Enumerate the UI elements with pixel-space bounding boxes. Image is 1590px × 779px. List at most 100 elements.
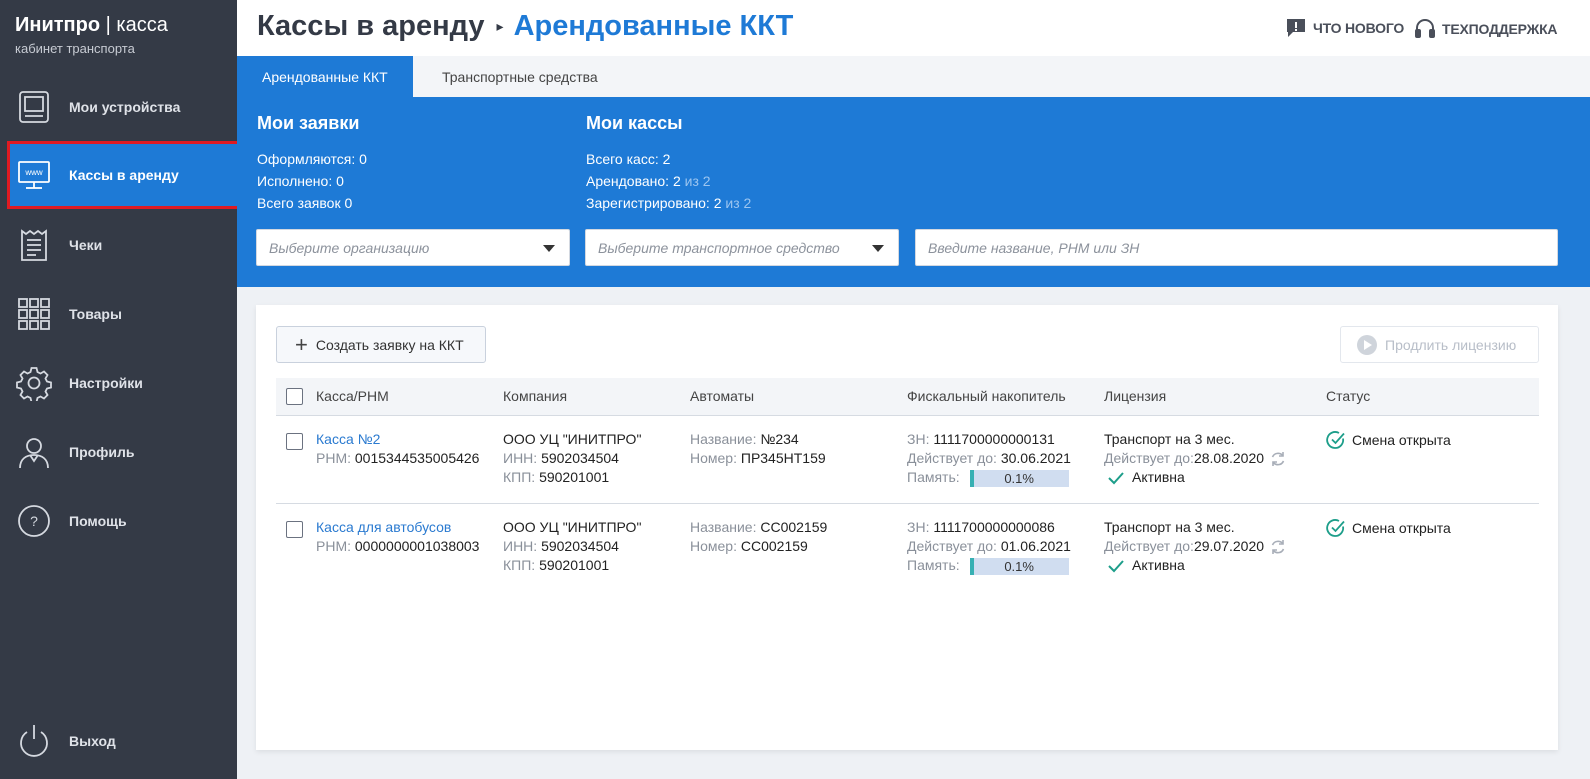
- check-circle-icon: [1326, 431, 1345, 449]
- sidebar-item-devices[interactable]: Мои устройства: [0, 73, 237, 141]
- breadcrumb-parent[interactable]: Кассы в аренду: [257, 10, 485, 43]
- zn-value: 1111700000000086: [933, 519, 1055, 535]
- cell-kassa: Касса №2 РНМ: 0015344535005426: [316, 430, 479, 468]
- license-valid-label: Действует до:: [1104, 538, 1194, 554]
- rnm-value: 0000000001038003: [354, 538, 480, 554]
- license-valid-value: 29.07.2020: [1193, 538, 1265, 554]
- sidebar-item-help[interactable]: ? Помощь: [0, 487, 237, 555]
- license-name: Транспорт на 3 мес.: [1104, 519, 1235, 535]
- memory-progress-bar: 0.1%: [969, 557, 1069, 575]
- organization-select[interactable]: Выберите организацию: [256, 229, 570, 266]
- sidebar-item-label: Чеки: [69, 237, 103, 253]
- kassa-link[interactable]: Касса для автобусов: [316, 518, 479, 537]
- zn-label: ЗН:: [907, 431, 934, 447]
- sidebar-item-receipts[interactable]: Чеки: [0, 211, 237, 279]
- cell-company: ООО УЦ "ИНИТПРО" ИНН: 5902034504 КПП: 59…: [503, 518, 641, 575]
- kassa-link[interactable]: Касса №2: [316, 430, 479, 449]
- kpp-value: 590201001: [539, 469, 610, 485]
- column-header-kassa[interactable]: Касса/РНМ: [316, 388, 389, 404]
- brand-subtitle: кабинет транспорта: [15, 41, 135, 56]
- column-header-license[interactable]: Лицензия: [1104, 388, 1166, 404]
- column-header-status[interactable]: Статус: [1326, 388, 1370, 404]
- column-header-fn[interactable]: Фискальный накопитель: [907, 388, 1066, 404]
- fn-valid-value: 01.06.2021: [1000, 538, 1071, 554]
- cell-license: Транспорт на 3 мес. Действует до: 28.08.2…: [1104, 430, 1287, 487]
- check-icon: [1108, 471, 1124, 484]
- zn-value: 1111700000000131: [933, 431, 1055, 447]
- help-icon: ?: [18, 505, 50, 537]
- license-valid-value: 28.08.2020: [1193, 450, 1265, 466]
- refresh-icon[interactable]: [1269, 450, 1287, 468]
- memory-value: 0.1%: [1004, 558, 1034, 574]
- memory-value: 0.1%: [1004, 470, 1034, 486]
- vehicle-select-placeholder: Выберите транспортное средство: [598, 239, 840, 256]
- rnm-label: РНМ:: [316, 538, 355, 554]
- sidebar-item-label: Мои устройства: [69, 99, 181, 115]
- check-icon: [1108, 559, 1124, 572]
- power-icon: [20, 725, 48, 757]
- fn-valid-label: Действует до:: [907, 538, 1001, 554]
- row-checkbox[interactable]: [286, 521, 303, 538]
- sidebar-item-profile[interactable]: Профиль: [0, 418, 237, 486]
- company-name: ООО УЦ "ИНИТПРО": [503, 519, 642, 535]
- extend-license-button[interactable]: Продлить лицензию: [1340, 326, 1539, 363]
- logout-label: Выход: [69, 733, 116, 749]
- kkt-registered: Зарегистрировано: 2 из 2: [586, 192, 751, 214]
- cell-status: Смена открыта: [1326, 518, 1451, 538]
- plus-icon: +: [295, 331, 308, 357]
- machine-name-label: Название:: [690, 519, 761, 535]
- sidebar-item-goods[interactable]: Товары: [0, 280, 237, 348]
- sidebar-item-label: Помощь: [69, 513, 127, 529]
- brand-title: Инитпро | касса: [15, 14, 168, 37]
- sidebar-item-rent[interactable]: www Кассы в аренду: [7, 141, 244, 209]
- license-state: Активна: [1132, 469, 1185, 485]
- brand-title-light: касса: [116, 14, 168, 36]
- vehicle-select[interactable]: Выберите транспортное средство: [585, 229, 899, 266]
- logout-button[interactable]: Выход: [0, 707, 237, 775]
- license-valid-label: Действует до:: [1104, 450, 1194, 466]
- kpp-label: КПП:: [503, 469, 540, 485]
- grid-icon: [18, 298, 50, 330]
- row-checkbox[interactable]: [286, 433, 303, 450]
- kkt-rented-value: Арендовано: 2: [586, 173, 681, 189]
- organization-select-placeholder: Выберите организацию: [269, 239, 430, 256]
- device-icon: [19, 91, 49, 123]
- user-icon: [19, 438, 49, 469]
- inn-value: 5902034504: [541, 450, 619, 466]
- svg-text:?: ?: [30, 513, 38, 529]
- tab-rented-kkt[interactable]: Арендованные ККТ: [237, 56, 413, 97]
- requests-title: Мои заявки: [257, 113, 360, 133]
- summary-panel: Мои заявки Оформляются: 0 Исполнено: 0 В…: [237, 97, 1590, 287]
- memory-progress-bar: 0.1%: [969, 469, 1069, 487]
- support-link[interactable]: ТЕХПОДДЕРЖКА: [1414, 18, 1558, 40]
- column-header-company[interactable]: Компания: [503, 388, 567, 404]
- search-input[interactable]: Введите название, РНМ или ЗН: [915, 229, 1558, 266]
- rnm-value: 0015344535005426: [354, 450, 480, 466]
- requests-summary: Мои заявки Оформляются: 0 Исполнено: 0 В…: [257, 113, 367, 214]
- cell-machines: Название: СС002159 Номер: СС002159: [690, 518, 827, 556]
- whats-new-link[interactable]: ЧТО НОВОГО: [1285, 18, 1404, 38]
- tab-vehicles[interactable]: Транспортные средства: [417, 56, 623, 97]
- kkt-list-card: + Создать заявку на ККТ Продлить лицензи…: [256, 305, 1558, 750]
- sidebar-item-settings[interactable]: Настройки: [0, 349, 237, 417]
- memory-label: Память:: [907, 469, 960, 485]
- inn-value: 5902034504: [541, 538, 619, 554]
- kpp-label: КПП:: [503, 557, 540, 573]
- brand-logo: Инитпро | касса кабинет транспорта: [15, 14, 168, 56]
- machine-number-label: Номер:: [690, 538, 741, 554]
- headset-icon: [1415, 19, 1435, 38]
- svg-text:www: www: [24, 168, 43, 177]
- support-label: ТЕХПОДДЕРЖКА: [1442, 21, 1558, 37]
- cell-fn: ЗН: 1111700000000086 Действует до: 01.06…: [907, 518, 1071, 575]
- www-monitor-icon: www: [18, 161, 50, 189]
- kpp-value: 590201001: [539, 557, 610, 573]
- inn-label: ИНН:: [503, 538, 542, 554]
- requests-processing: Оформляются: 0: [257, 151, 367, 167]
- create-request-button[interactable]: + Создать заявку на ККТ: [276, 326, 486, 363]
- select-all-checkbox[interactable]: [286, 388, 303, 405]
- extend-license-label: Продлить лицензию: [1385, 336, 1517, 353]
- page-header: Кассы в аренду ▸ Арендованные ККТ ЧТО НО…: [237, 0, 1590, 56]
- whats-new-label: ЧТО НОВОГО: [1313, 20, 1405, 36]
- column-header-machines[interactable]: Автоматы: [690, 388, 754, 404]
- refresh-icon[interactable]: [1269, 538, 1287, 556]
